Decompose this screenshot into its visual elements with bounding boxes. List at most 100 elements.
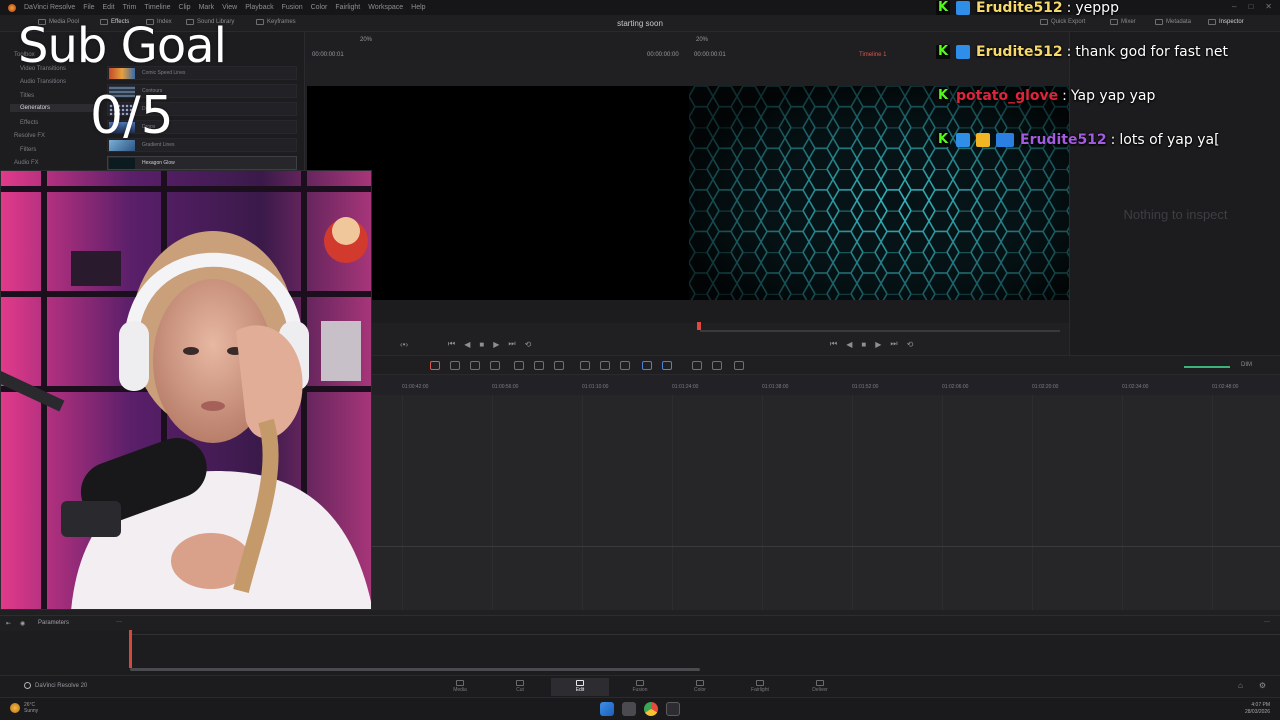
menu-view[interactable]: View xyxy=(222,4,237,11)
loop-icon[interactable]: ⟲ xyxy=(907,340,914,349)
page-tab-cut[interactable]: Cut xyxy=(500,678,540,696)
skip-back-icon[interactable]: ⏮ xyxy=(830,339,837,349)
blade-tool-icon[interactable] xyxy=(490,361,500,370)
menu-workspace[interactable]: Workspace xyxy=(368,4,403,11)
start-icon[interactable] xyxy=(600,702,614,716)
page-tab-color[interactable]: Color xyxy=(680,678,720,696)
keyframes-button[interactable]: Keyframes xyxy=(256,19,296,25)
chat-username[interactable]: Erudite512 xyxy=(1020,132,1107,148)
chat-username[interactable]: potato_glove xyxy=(956,88,1058,104)
home-icon[interactable]: ⌂ xyxy=(1238,681,1243,690)
dynamic-trim-icon[interactable] xyxy=(470,361,480,370)
timeline-viewer-scrubber[interactable] xyxy=(700,330,1060,332)
page-tab-edit[interactable]: Edit xyxy=(551,678,609,696)
menu-edit[interactable]: Edit xyxy=(103,4,115,11)
tree-titles[interactable]: Titles xyxy=(20,93,34,99)
link-icon[interactable] xyxy=(600,361,610,370)
menu-fairlight[interactable]: Fairlight xyxy=(335,4,360,11)
chat-username[interactable]: Erudite512 xyxy=(976,0,1063,16)
tree-audio-transitions[interactable]: Audio Transitions xyxy=(20,79,66,85)
tree-resolve-fx[interactable]: Resolve FX xyxy=(14,133,45,139)
trim-tool-icon[interactable] xyxy=(450,361,460,370)
source-transport-controls: ⏮ ◀ ■ ▶ ⏭ ⟲ xyxy=(448,338,531,350)
source-zoom[interactable]: 20% xyxy=(360,37,372,43)
cut-page-icon xyxy=(516,680,524,686)
page-tab-label: Edit xyxy=(575,687,585,693)
davinci-taskbar-icon[interactable] xyxy=(666,702,680,716)
grid-line xyxy=(402,395,403,610)
weather-widget[interactable]: 26°C Sunny xyxy=(10,702,38,714)
play-reverse-icon[interactable]: ◀ xyxy=(464,340,470,349)
video-audio-divider[interactable] xyxy=(372,546,1280,547)
chat-message: K potato_glove : Yap yap yap xyxy=(936,88,1155,104)
viewer-playhead-icon[interactable] xyxy=(697,322,701,330)
loop-icon[interactable]: ⟲ xyxy=(525,340,532,349)
skip-forward-icon[interactable]: ⏭ xyxy=(508,339,515,349)
tree-effects[interactable]: Effects xyxy=(20,120,38,126)
dim-button[interactable]: DIM xyxy=(1241,362,1252,368)
overwrite-clip-icon[interactable] xyxy=(534,361,544,370)
skip-forward-icon[interactable]: ⏭ xyxy=(890,339,897,349)
play-icon[interactable]: ▶ xyxy=(493,340,499,349)
snapping-icon[interactable] xyxy=(580,361,590,370)
tree-filters[interactable]: Filters xyxy=(20,147,36,153)
collapse-icon[interactable]: ⇤ xyxy=(6,620,11,627)
more-options-icon[interactable]: ··· xyxy=(116,619,122,625)
source-timecode-right: 00:00:00:00 xyxy=(647,52,679,58)
keyframes-label: Keyframes xyxy=(267,19,296,25)
skip-back-icon[interactable]: ⏮ xyxy=(448,339,455,349)
page-tab-fusion[interactable]: Fusion xyxy=(620,678,660,696)
kick-badge-icon: K xyxy=(936,44,950,59)
settings-gear-icon[interactable]: ⚙ xyxy=(1259,681,1266,690)
inspector-empty-text: Nothing to inspect xyxy=(1123,207,1228,222)
chat-message: K Erudite512 : thank god for fast net xyxy=(936,44,1228,60)
stop-icon[interactable]: ■ xyxy=(479,340,484,349)
viewer-gap xyxy=(307,300,1069,323)
tree-audio-fx[interactable]: Audio FX xyxy=(14,160,39,166)
page-tab-media[interactable]: Media xyxy=(440,678,480,696)
page-tab-fairlight[interactable]: Fairlight xyxy=(740,678,780,696)
volume-slider[interactable] xyxy=(1184,366,1230,368)
menu-trim[interactable]: Trim xyxy=(123,4,137,11)
moderator-badge-icon xyxy=(956,1,970,15)
pin-icon[interactable]: ◉ xyxy=(20,620,25,627)
menu-file[interactable]: File xyxy=(83,4,94,11)
zoom-custom-icon[interactable] xyxy=(734,361,744,370)
play-reverse-icon[interactable]: ◀ xyxy=(846,340,852,349)
more-options-right-icon[interactable]: ··· xyxy=(1264,619,1270,625)
file-explorer-icon[interactable] xyxy=(622,702,636,716)
jog-icon[interactable]: ‹•› xyxy=(400,340,408,349)
flag-icon[interactable] xyxy=(642,361,652,370)
webcam-image xyxy=(1,171,371,609)
clock[interactable]: 4:07 PM 28/03/2026 xyxy=(1245,702,1270,716)
tree-generators[interactable]: Generators xyxy=(10,104,100,112)
menu-help[interactable]: Help xyxy=(411,4,425,11)
chat-username[interactable]: Erudite512 xyxy=(976,44,1063,60)
timeline-ruler[interactable]: 01:00:42:00 01:00:56:00 01:01:10:00 01:0… xyxy=(372,375,1280,395)
generator-item-selected[interactable]: Hexagon Glow xyxy=(107,156,297,170)
lock-icon[interactable] xyxy=(620,361,630,370)
replace-clip-icon[interactable] xyxy=(554,361,564,370)
timeline-name[interactable]: Timeline 1 xyxy=(859,52,886,58)
menu-playback[interactable]: Playback xyxy=(245,4,273,11)
page-tab-deliver[interactable]: Deliver xyxy=(800,678,840,696)
menu-timeline[interactable]: Timeline xyxy=(144,4,170,11)
play-icon[interactable]: ▶ xyxy=(875,340,881,349)
zoom-full-icon[interactable] xyxy=(692,361,702,370)
zoom-detail-icon[interactable] xyxy=(712,361,722,370)
kick-badge-icon: K xyxy=(936,88,950,103)
insert-clip-icon[interactable] xyxy=(514,361,524,370)
stop-icon[interactable]: ■ xyxy=(861,340,866,349)
menu-mark[interactable]: Mark xyxy=(199,4,215,11)
keyframe-playhead[interactable] xyxy=(129,630,132,668)
timeline-tracks[interactable] xyxy=(372,395,1280,610)
timeline-zoom[interactable]: 20% xyxy=(696,37,708,43)
chrome-icon[interactable] xyxy=(644,702,658,716)
menu-clip[interactable]: Clip xyxy=(179,4,191,11)
selection-tool-icon[interactable] xyxy=(430,361,440,370)
menu-color[interactable]: Color xyxy=(311,4,328,11)
marker-icon[interactable] xyxy=(662,361,672,370)
menu-fusion[interactable]: Fusion xyxy=(282,4,303,11)
keyframe-scrollbar[interactable] xyxy=(130,668,700,671)
taskbar-apps xyxy=(600,702,680,716)
